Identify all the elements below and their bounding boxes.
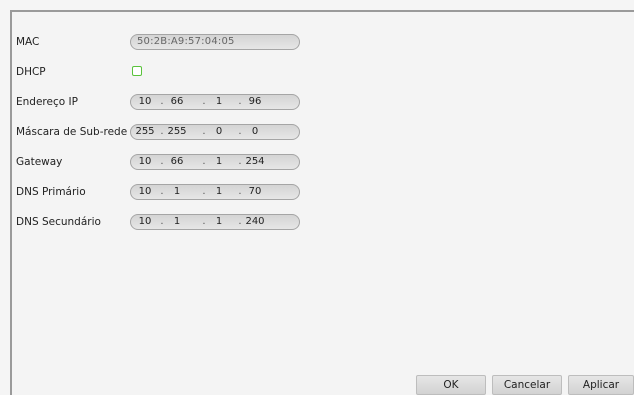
dns-primary-octet-2[interactable]: 1 <box>165 185 189 199</box>
ip-octet-3[interactable]: 1 <box>207 95 231 109</box>
gateway-octet-2[interactable]: 66 <box>165 155 189 169</box>
gateway-octet-3[interactable]: 1 <box>207 155 231 169</box>
cancel-button[interactable]: Cancelar <box>492 375 562 395</box>
ip-octet-4[interactable]: 96 <box>243 95 267 109</box>
subnet-octet-2[interactable]: 255 <box>165 125 189 139</box>
dns-secondary-octet-1[interactable]: 10 <box>133 215 157 229</box>
gateway-octet-4[interactable]: 254 <box>243 155 267 169</box>
dns-primary-octet-3[interactable]: 1 <box>207 185 231 199</box>
apply-button[interactable]: Aplicar <box>568 375 634 395</box>
subnet-field[interactable]: 255 . 255 . 0 . 0 <box>130 124 300 140</box>
dns-primary-octet-1[interactable]: 10 <box>133 185 157 199</box>
network-settings-panel <box>10 10 634 395</box>
ok-button[interactable]: OK <box>416 375 486 395</box>
subnet-octet-4[interactable]: 0 <box>243 125 267 139</box>
ip-octet-2[interactable]: 66 <box>165 95 189 109</box>
dns-secondary-label: DNS Secundário <box>16 216 101 228</box>
dns-primary-label: DNS Primário <box>16 186 86 198</box>
dns-secondary-octet-2[interactable]: 1 <box>165 215 189 229</box>
ip-field[interactable]: 10 . 66 . 1 . 96 <box>130 94 300 110</box>
mac-field: 50:2B:A9:57:04:05 <box>130 34 300 50</box>
dns-secondary-octet-4[interactable]: 240 <box>243 215 267 229</box>
gateway-label: Gateway <box>16 156 63 168</box>
dns-secondary-field[interactable]: 10 . 1 . 1 . 240 <box>130 214 300 230</box>
gateway-octet-1[interactable]: 10 <box>133 155 157 169</box>
ip-octet-1[interactable]: 10 <box>133 95 157 109</box>
dns-secondary-octet-3[interactable]: 1 <box>207 215 231 229</box>
mac-label: MAC <box>16 36 40 48</box>
dns-primary-octet-4[interactable]: 70 <box>243 185 267 199</box>
gateway-field[interactable]: 10 . 66 . 1 . 254 <box>130 154 300 170</box>
mac-value: 50:2B:A9:57:04:05 <box>137 36 235 47</box>
dhcp-checkbox[interactable] <box>132 66 142 76</box>
subnet-octet-1[interactable]: 255 <box>133 125 157 139</box>
dhcp-label: DHCP <box>16 66 46 78</box>
subnet-octet-3[interactable]: 0 <box>207 125 231 139</box>
ip-label: Endereço IP <box>16 96 78 108</box>
dns-primary-field[interactable]: 10 . 1 . 1 . 70 <box>130 184 300 200</box>
subnet-label: Máscara de Sub-rede <box>16 126 128 138</box>
